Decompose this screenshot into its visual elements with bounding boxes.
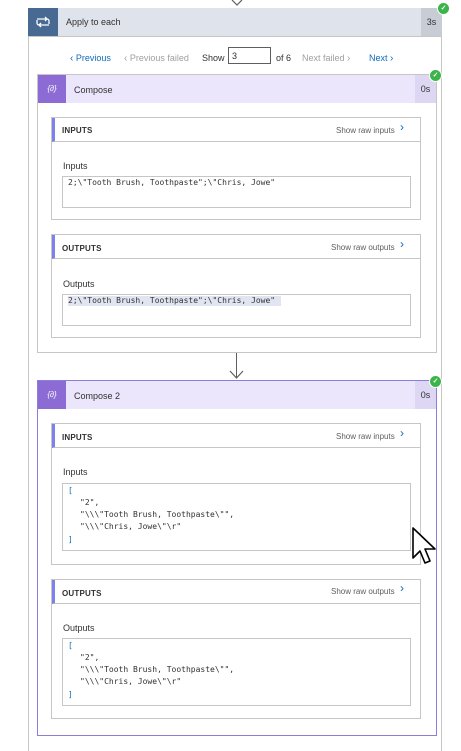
array-item: "\\\"Tooth Brush, Toothpaste\"", — [80, 665, 235, 674]
array-item: "2", — [80, 498, 100, 507]
loop-icon — [28, 8, 58, 36]
outputs-value: 2;\"Tooth Brush, Toothpaste";\"Chris, Jo… — [68, 296, 282, 306]
array-close-bracket: ] — [68, 535, 73, 544]
outputs-label: Outputs — [63, 279, 95, 289]
chevron-left-icon: ‹ — [70, 53, 74, 64]
next-link[interactable]: Next › — [369, 53, 393, 64]
chevron-right-icon: › — [390, 53, 394, 64]
chevron-right-icon: › — [347, 53, 351, 64]
compose-2-title: Compose 2 — [74, 391, 121, 401]
chevron-right-icon[interactable]: › — [400, 581, 404, 595]
array-item: "\\\"Tooth Brush, Toothpaste\"", — [80, 510, 235, 519]
success-check-icon: ✓ — [429, 69, 442, 82]
compose-icon: {∂} — [38, 75, 66, 103]
compose-2-icon: {∂} — [38, 381, 66, 409]
array-item: "\\\"Chris, Jowe\"\r" — [80, 677, 182, 686]
next-failed-link[interactable]: Next failed › — [302, 53, 350, 64]
array-item: "2", — [80, 653, 100, 662]
array-open-bracket: [ — [68, 641, 73, 650]
show-raw-outputs-link[interactable]: Show raw outputs — [331, 243, 395, 252]
apply-to-each-title: Apply to each — [66, 17, 121, 27]
compose-title: Compose — [74, 85, 113, 95]
inputs-heading: INPUTS — [62, 126, 93, 135]
inputs-label: Inputs — [63, 467, 88, 477]
apply-to-each-border-left — [28, 8, 29, 751]
success-check-icon: ✓ — [437, 2, 450, 15]
show-raw-inputs-link[interactable]: Show raw inputs — [336, 126, 395, 135]
chevron-right-icon[interactable]: › — [400, 426, 404, 440]
show-raw-inputs-link[interactable]: Show raw inputs — [336, 432, 395, 441]
previous-link[interactable]: ‹ Previous — [70, 53, 111, 64]
chevron-right-icon[interactable]: › — [400, 120, 404, 134]
previous-failed-link[interactable]: ‹ Previous failed — [124, 53, 189, 64]
array-item: "\\\"Chris, Jowe\"\r" — [80, 522, 182, 531]
show-label: Show — [202, 53, 225, 63]
connector-arrow-icon — [229, 370, 244, 380]
iteration-input[interactable] — [228, 47, 271, 64]
inputs-heading: INPUTS — [62, 433, 93, 442]
outputs-heading: OUTPUTS — [62, 589, 102, 598]
show-raw-outputs-link[interactable]: Show raw outputs — [331, 587, 395, 596]
array-open-bracket: [ — [68, 486, 73, 495]
top-connector-arrow-icon — [230, 0, 244, 8]
outputs-label: Outputs — [63, 623, 95, 633]
chevron-right-icon[interactable]: › — [400, 237, 404, 251]
array-close-bracket: ] — [68, 690, 73, 699]
iteration-count: of 6 — [276, 53, 292, 63]
success-check-icon: ✓ — [429, 375, 442, 388]
chevron-left-icon: ‹ — [124, 53, 128, 64]
inputs-label: Inputs — [63, 161, 88, 171]
mouse-cursor-icon — [411, 527, 439, 567]
inputs-value: 2;\"Tooth Brush, Toothpaste";\"Chris, Jo… — [68, 178, 276, 187]
outputs-heading: OUTPUTS — [62, 244, 102, 253]
